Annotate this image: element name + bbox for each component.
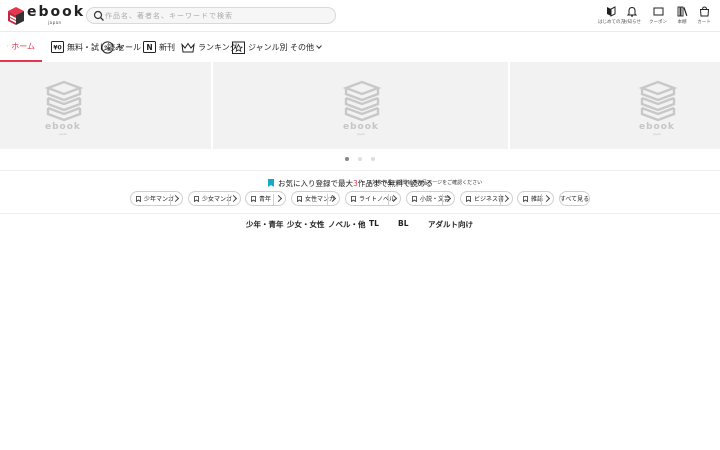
logo-mark-icon [8,7,24,25]
tag-separator [442,194,443,205]
tab-tl[interactable]: TL [369,219,379,228]
favorite-tag[interactable]: ライトノベル [345,191,401,206]
promo-note: ※対象作品・期間は各作品ページをご確認ください [368,180,483,186]
nav-new[interactable]: N 新刊 [143,32,175,62]
genre-icon [232,41,245,54]
bookmark-outline-icon [412,195,417,202]
banner-slide[interactable]: ebook japan [0,62,211,149]
tag-separator [388,194,389,205]
carousel-dot[interactable] [358,157,362,161]
tab-novel-other[interactable]: ノベル・他 [328,219,366,230]
bookmark-outline-icon [466,195,471,202]
logo-subtext: japan [48,20,62,25]
svg-text:¥0: ¥0 [53,45,61,52]
header-coupon[interactable]: クーポン [645,6,671,28]
tab-bl[interactable]: BL [398,219,409,228]
nav-sale[interactable]: % セール [101,32,141,62]
header-cart[interactable]: カート [691,6,717,28]
search-icon[interactable] [93,10,105,22]
nav-ranking[interactable]: ランキング [181,32,238,62]
bell-icon [627,6,637,17]
header-notice[interactable]: お知らせ [619,6,645,28]
chevron-down-icon [316,42,322,49]
home-icon [7,45,9,47]
tab-shonen-seinen[interactable]: 少年・青年 [246,219,284,230]
banner-slide[interactable]: ebook japan [213,62,508,149]
see-all-tags-label: すべて見る [559,196,590,203]
favorite-tag[interactable]: ビジネス書 [460,191,513,206]
favorite-tag[interactable]: 女性マンガ [291,191,340,206]
favorite-tag[interactable]: 少女マンガ [188,191,241,206]
nav-genre-label: ジャンル別 [248,42,288,52]
tag-separator [273,194,274,205]
banner-placeholder-sub: japan [357,132,366,136]
bookmark-outline-icon [297,195,302,202]
nav-more-dropdown[interactable]: その他 [290,32,322,62]
favorite-tags: 少年マンガ 少女マンガ 青年 女性マンガ ライトノベル 小説・文芸 ビジネス書 [0,191,720,206]
bookmark-outline-icon [194,195,199,202]
banner-carousel[interactable]: ebook japan ebook japan ebook japan [0,62,720,149]
chevron-right-icon[interactable] [274,194,283,203]
section-divider [0,213,720,214]
favorite-tag[interactable]: 青年 [245,191,286,206]
bookmark-outline-icon [523,195,528,202]
free-icon: ¥0 [51,41,64,53]
banner-slide[interactable]: ebook japan [510,62,720,149]
search-input[interactable] [105,9,330,22]
category-tabs: 少年・青年 少女・女性 ノベル・他 TL BL アダルト向け [0,219,720,231]
carousel-dots [0,155,720,163]
header-cart-label: カート [697,20,711,25]
banner-placeholder-word: ebook [45,122,81,132]
tag-separator [327,194,328,205]
favorite-promo: お気に入り登録で最大3作品まで無料で読める ※対象作品・期間は各作品ページをご確… [0,177,720,189]
carousel-dot[interactable] [371,157,375,161]
bookmark-outline-icon [136,195,141,202]
nav-home[interactable]: ホーム [0,32,42,62]
bookmark-icon [268,179,274,187]
section-divider [0,170,720,171]
carousel-dot[interactable] [345,157,349,161]
crown-icon [181,42,195,52]
nav-new-label: 新刊 [159,42,175,52]
bookmark-outline-icon [351,195,356,202]
beginner-icon [607,6,616,17]
nav-home-label: ホーム [11,41,35,51]
favorite-tag[interactable]: 小説・文芸 [406,191,455,206]
nav-sale-label: セール [117,42,141,52]
tab-adult[interactable]: アダルト向け [428,219,473,230]
coupon-icon [653,7,663,16]
banner-placeholder-word: ebook [639,122,675,132]
header-notice-label: お知らせ [623,20,641,25]
bookmark-outline-icon [251,195,256,202]
svg-text:N: N [146,43,152,52]
cart-icon [699,6,709,17]
chevron-right-icon[interactable] [542,194,551,203]
main-nav: ホーム ¥0 無料・試し読み % セール N 新刊 ランキング ジャンル別 その… [0,32,720,62]
svg-text:%: % [104,44,111,52]
nav-genre[interactable]: ジャンル別 [232,32,288,62]
tag-separator [500,194,501,205]
promo-text-before: お気に入り登録で最大 [278,179,353,188]
nav-more-label: その他 [290,42,314,52]
tag-separator [228,194,229,205]
banner-placeholder-word: ebook [343,122,379,132]
percent-badge-icon: % [101,40,114,54]
search-bar[interactable] [86,7,336,24]
favorite-tag[interactable]: 雑誌 [517,191,554,206]
see-all-tags-button[interactable]: すべて見る [559,191,590,206]
header-coupon-label: クーポン [649,20,667,25]
tag-separator [170,194,171,205]
tag-separator [541,194,542,205]
logo-wordmark: ebook [27,4,86,20]
new-icon: N [143,41,156,53]
favorite-tag-label: 青年 [259,196,272,203]
banner-placeholder-sub: japan [59,132,68,136]
tab-shojo-josei[interactable]: 少女・女性 [287,219,325,230]
favorite-tag[interactable]: 少年マンガ [130,191,183,206]
top-header: ebook japan はじめての方 お知らせ クーポン [0,0,720,32]
bookshelf-icon [677,6,687,17]
ebook-logo[interactable]: ebook japan [7,4,83,26]
banner-placeholder-sub: japan [653,132,662,136]
